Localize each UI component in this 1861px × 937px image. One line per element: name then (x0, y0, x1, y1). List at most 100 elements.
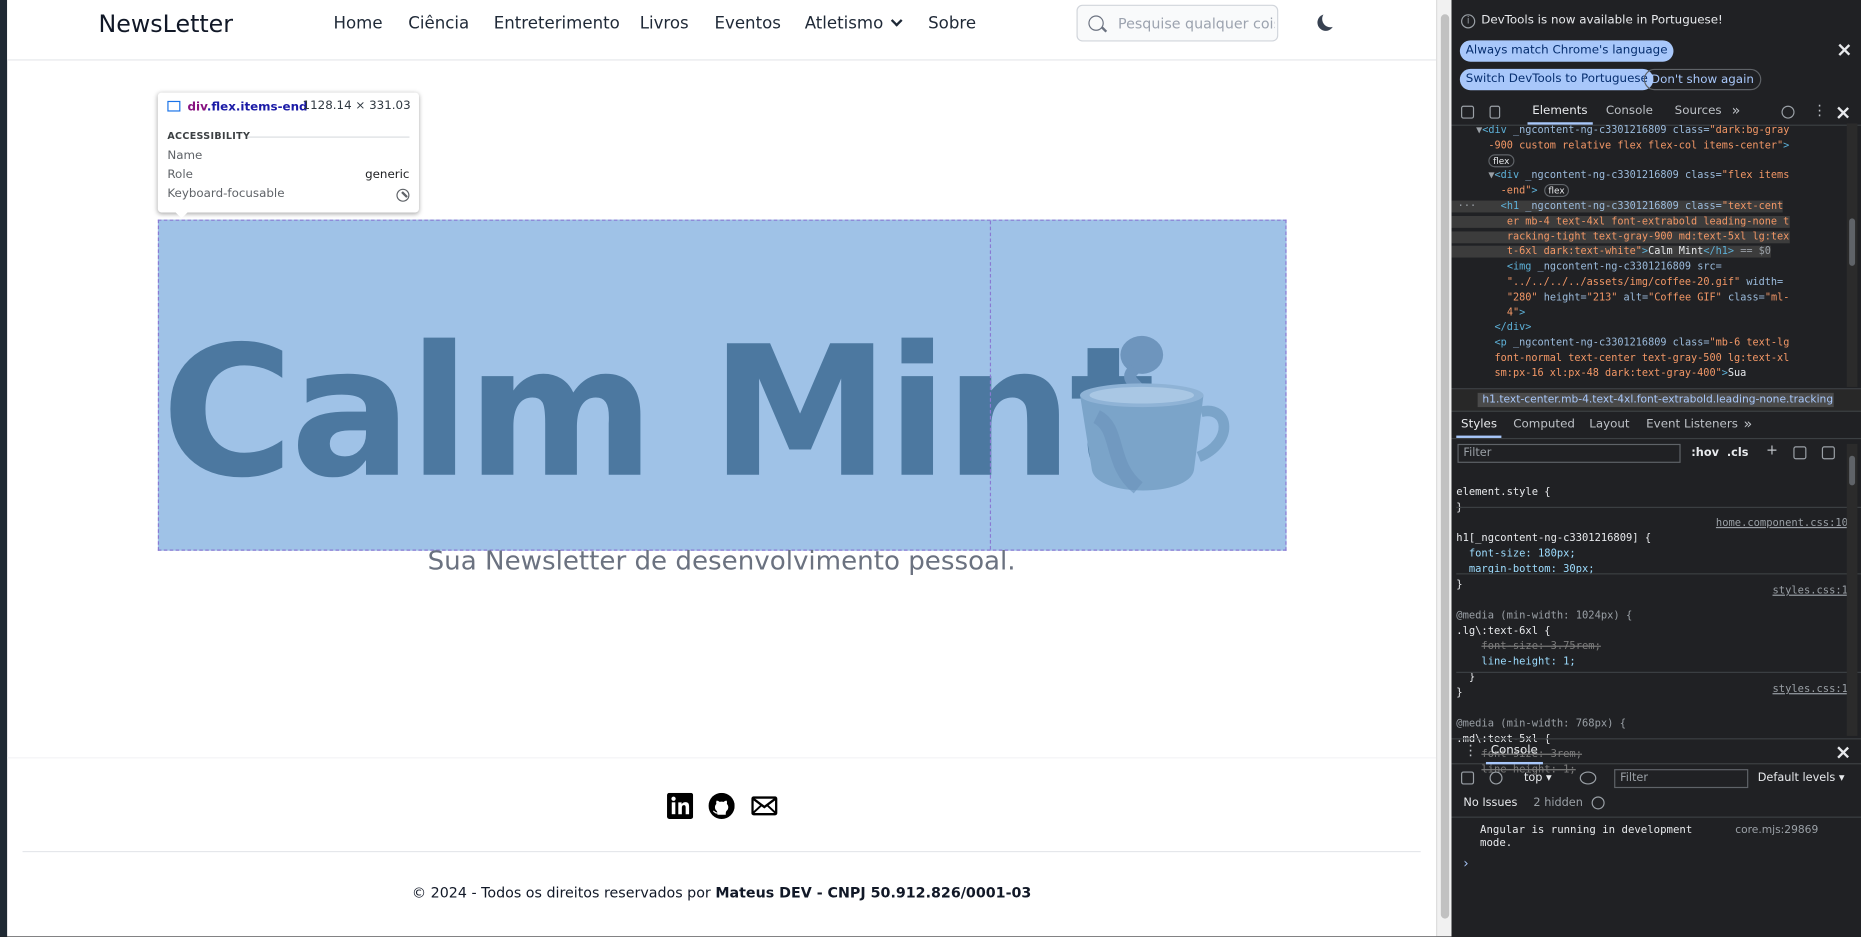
nav-ciencia[interactable]: Ciência (408, 14, 469, 33)
dark-mode-moon-icon[interactable] (1317, 10, 1339, 31)
tooltip-focus-label: Keyboard-focusable (167, 187, 285, 201)
github-icon[interactable] (708, 792, 735, 819)
nav-livros[interactable]: Livros (640, 14, 689, 33)
toggle-sidebar-icon[interactable] (1821, 446, 1835, 460)
context-selector[interactable]: top ▾ (1524, 771, 1552, 784)
nav-sobre[interactable]: Sobre (928, 14, 976, 33)
hero-title: Calm Mint (161, 307, 1155, 518)
info-icon: i (1461, 14, 1476, 29)
footer-separator (7, 757, 1437, 759)
tab-console[interactable]: Console (1606, 104, 1653, 117)
styles-scrollbar[interactable] (1846, 443, 1858, 736)
lg-text-6xl-selector: .lg\:text-6xl { (1456, 625, 1551, 638)
tab-layout[interactable]: Layout (1589, 418, 1629, 431)
tab-computed[interactable]: Computed (1513, 418, 1575, 431)
more-tabs-icon[interactable]: » (1732, 102, 1741, 119)
hidden-count: 2 hidden (1533, 796, 1583, 810)
console-sidebar-icon[interactable] (1461, 771, 1475, 785)
no-issues-label[interactable]: No Issues (1463, 796, 1517, 809)
flex-layout-icon (167, 100, 181, 112)
close-drawer-icon[interactable] (1837, 747, 1849, 759)
subtitle: Sua Newsletter de desenvolvimento pessoa… (427, 547, 1016, 577)
console-drawer-tabs: ⋮ Console (1451, 738, 1861, 765)
coffee-cup-icon (1080, 335, 1230, 494)
console-filter-input[interactable]: Filter (1614, 769, 1749, 789)
element-style-rule: element.style { (1456, 486, 1551, 499)
page-scrollbar[interactable] (1436, 0, 1452, 937)
dom-tree-scrollbar[interactable] (1846, 123, 1858, 387)
console-message: Angular is running in development mode. (1480, 824, 1693, 850)
copyright-prefix: © 2024 - Todos os direitos reservados po… (411, 884, 711, 901)
tooltip-classes: .flex.items-end (206, 100, 308, 114)
styles-pane-tabs: Styles Computed Layout Event Listeners » (1451, 413, 1861, 440)
styles-rules: element.style { } h1[_ngcontent-ng-c3301… (1456, 470, 1861, 776)
settings-gear-icon[interactable] (1781, 105, 1795, 119)
paint-format-icon[interactable] (1793, 446, 1807, 460)
new-rule-plus-icon[interactable]: + (1766, 442, 1778, 459)
copyright: © 2024 - Todos os direitos reservados po… (7, 884, 1436, 901)
media1-source-link[interactable]: styles.css:1 (1773, 584, 1848, 599)
search-box[interactable] (1076, 4, 1279, 42)
h1-rule-selector: h1[_ngcontent-ng-c3301216809] { (1456, 532, 1652, 545)
nav-atletismo[interactable]: Atletismo (804, 14, 903, 34)
cls-toggle[interactable]: .cls (1727, 446, 1749, 459)
tab-elements[interactable]: Elements (1527, 104, 1592, 125)
nav-entretenimento[interactable]: Entreterimento (494, 14, 620, 33)
close-devtools-icon[interactable] (1837, 107, 1849, 119)
media-query-768: @media (min-width: 768px) { (1456, 718, 1627, 730)
clear-console-icon[interactable] (1489, 771, 1503, 785)
media-query-1024: @media (min-width: 1024px) { (1456, 610, 1633, 622)
dont-show-again-button[interactable]: Don't show again (1643, 68, 1762, 91)
tooltip-section-title: ACCESSIBILITY (167, 130, 409, 142)
drawer-menu-icon[interactable]: ⋮ (1463, 742, 1477, 759)
tooltip-size: 1128.14 × 331.03 (302, 99, 411, 113)
tooltip-name-label: Name (167, 149, 203, 163)
brand-logo[interactable]: NewsLetter (99, 9, 234, 37)
breadcrumb-selected[interactable]: h1.text-center.mb-4.text-4xl.font-extrab… (1477, 392, 1834, 408)
hov-toggle[interactable]: :hov (1691, 446, 1719, 459)
log-levels-dropdown[interactable]: Default levels ▾ (1758, 771, 1845, 784)
linkedin-icon[interactable] (667, 792, 694, 819)
css-lg-line-height[interactable]: line-height: 1; (1481, 656, 1575, 668)
more-style-tabs-icon[interactable]: » (1744, 415, 1753, 432)
page-scrollbar-thumb[interactable] (1440, 14, 1450, 919)
copyright-owner: Mateus DEV - CNPJ 50.912.826/0001-03 (715, 884, 1032, 901)
console-settings-icon[interactable] (1591, 796, 1605, 810)
styles-scrollbar-thumb[interactable] (1849, 455, 1856, 486)
device-toolbar-icon[interactable] (1489, 105, 1501, 119)
tab-event-listeners[interactable]: Event Listeners (1646, 418, 1738, 431)
styles-filter-input[interactable]: Filter (1457, 443, 1681, 463)
tooltip-header: div.flex.items-end (167, 100, 308, 114)
log-levels-label: Default levels (1757, 771, 1836, 785)
css-lg-font-size[interactable]: font-size: 3.75rem; (1481, 641, 1600, 653)
always-match-language-button[interactable]: Always match Chrome's language (1459, 40, 1674, 62)
devtools-panel: i DevTools is now available in Portuguese… (1451, 0, 1861, 937)
nav-home[interactable]: Home (334, 14, 383, 33)
h1-rule-source-link[interactable]: home.component.css:10 (1716, 516, 1848, 531)
kebab-menu-icon[interactable]: ⋮ (1812, 102, 1826, 119)
inspect-tooltip: div.flex.items-end 1128.14 × 331.03 ACCE… (157, 92, 419, 219)
nav-atletismo-label: Atletismo (804, 14, 884, 34)
tooltip-tag: div (187, 100, 207, 114)
dom-tree-scrollbar-thumb[interactable] (1849, 218, 1856, 266)
media2-source-link[interactable]: styles.css:1 (1773, 682, 1848, 697)
switch-to-portuguese-button[interactable]: Switch DevTools to Portuguese (1459, 68, 1654, 91)
mail-icon[interactable] (751, 793, 778, 819)
search-input[interactable] (1118, 13, 1275, 35)
hero-highlight-flex-items-end: Calm Mint (157, 219, 1287, 551)
nav-eventos[interactable]: Eventos (714, 14, 780, 33)
element-breadcrumb[interactable]: h1.text-center.mb-4.text-4xl.font-extrab… (1451, 388, 1861, 412)
tooltip-role-value: generic (365, 168, 410, 182)
css-font-size[interactable]: font-size: 180px; (1469, 548, 1576, 560)
tab-console-drawer[interactable]: Console (1485, 744, 1543, 765)
not-allowed-icon (396, 188, 410, 202)
tab-sources[interactable]: Sources (1675, 104, 1722, 117)
console-prompt[interactable]: › (1463, 856, 1468, 871)
web-page: NewsLetter Home Ciência Entreterimento L… (7, 0, 1437, 937)
tab-styles[interactable]: Styles (1456, 418, 1503, 438)
live-expression-eye-icon[interactable] (1579, 771, 1597, 785)
close-notice-icon[interactable] (1838, 44, 1850, 56)
inspect-element-icon[interactable] (1461, 105, 1475, 119)
tooltip-role-label: Role (167, 168, 193, 182)
console-message-source[interactable]: core.mjs:29869 (1735, 825, 1818, 837)
